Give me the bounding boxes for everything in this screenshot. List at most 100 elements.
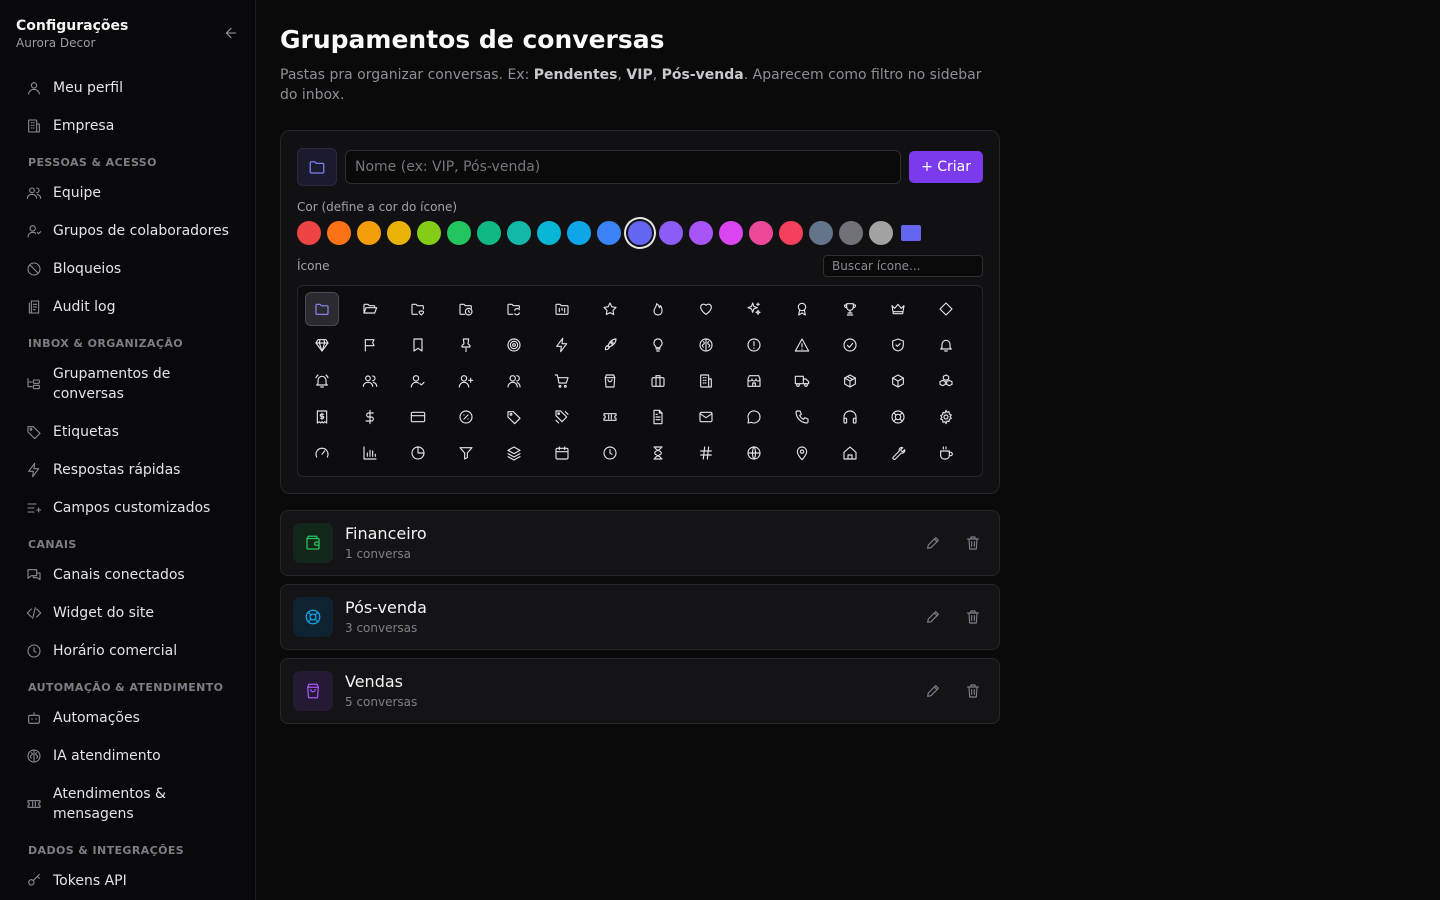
- folder-icon[interactable]: [305, 292, 339, 326]
- calendar-icon[interactable]: [545, 436, 579, 470]
- trash-icon[interactable]: [959, 529, 987, 557]
- group-row[interactable]: Financeiro 1 conversa: [280, 510, 1000, 576]
- pencil-icon[interactable]: [919, 677, 947, 705]
- pencil-icon[interactable]: [919, 529, 947, 557]
- color-swatch[interactable]: [719, 221, 743, 245]
- dollar-icon[interactable]: [353, 400, 387, 434]
- sidebar-item-clock[interactable]: Horário comercial: [12, 633, 243, 669]
- store-icon[interactable]: [737, 364, 771, 398]
- bell-ring-icon[interactable]: [305, 364, 339, 398]
- sidebar-item-bot[interactable]: Automações: [12, 700, 243, 736]
- zap-icon[interactable]: [545, 328, 579, 362]
- user-check-icon[interactable]: [401, 364, 435, 398]
- flame-icon[interactable]: [641, 292, 675, 326]
- wrench-icon[interactable]: [881, 436, 915, 470]
- tags-icon[interactable]: [545, 400, 579, 434]
- color-swatch[interactable]: [659, 221, 683, 245]
- color-swatch[interactable]: [597, 221, 621, 245]
- color-swatch[interactable]: [297, 221, 321, 245]
- trophy-icon[interactable]: [833, 292, 867, 326]
- alert-circle-icon[interactable]: [737, 328, 771, 362]
- message-circle-icon[interactable]: [737, 400, 771, 434]
- shield-check-icon[interactable]: [881, 328, 915, 362]
- sidebar-item-zap[interactable]: Respostas rápidas: [12, 452, 243, 488]
- box-icon[interactable]: [881, 364, 915, 398]
- rocket-icon[interactable]: [593, 328, 627, 362]
- sidebar-item-tag[interactable]: Etiquetas: [12, 414, 243, 450]
- filter-icon[interactable]: [449, 436, 483, 470]
- truck-icon[interactable]: [785, 364, 819, 398]
- brain-icon[interactable]: [689, 328, 723, 362]
- sidebar-item-list-plus[interactable]: Campos customizados: [12, 490, 243, 526]
- sidebar-item-key[interactable]: Tokens API: [12, 863, 243, 899]
- create-button[interactable]: + Criar: [909, 151, 983, 183]
- layers-icon[interactable]: [497, 436, 531, 470]
- crown-icon[interactable]: [881, 292, 915, 326]
- diamond-icon[interactable]: [929, 292, 963, 326]
- sidebar-item-users[interactable]: Equipe: [12, 175, 243, 211]
- sidebar-item-building[interactable]: Empresa: [12, 108, 243, 144]
- color-swatch[interactable]: [567, 221, 591, 245]
- boxes-icon[interactable]: [929, 364, 963, 398]
- folder-heart-icon[interactable]: [401, 292, 435, 326]
- trash-icon[interactable]: [959, 603, 987, 631]
- alert-triangle-icon[interactable]: [785, 328, 819, 362]
- heart-icon[interactable]: [689, 292, 723, 326]
- color-swatch[interactable]: [387, 221, 411, 245]
- sidebar-item-ticket[interactable]: Atendimentos & mensagens: [12, 776, 243, 832]
- ticket-icon[interactable]: [593, 400, 627, 434]
- selected-icon-preview[interactable]: [297, 148, 337, 186]
- group-row[interactable]: Pós-venda 3 conversas: [280, 584, 1000, 650]
- globe-icon[interactable]: [737, 436, 771, 470]
- folder-clock-icon[interactable]: [449, 292, 483, 326]
- sidebar-item-messages[interactable]: Canais conectados: [12, 557, 243, 593]
- pin-icon[interactable]: [449, 328, 483, 362]
- color-swatch[interactable]: [417, 221, 441, 245]
- color-swatch[interactable]: [507, 221, 531, 245]
- user-plus-icon[interactable]: [449, 364, 483, 398]
- users-icon[interactable]: [353, 364, 387, 398]
- coffee-icon[interactable]: [929, 436, 963, 470]
- custom-color-picker[interactable]: [901, 225, 921, 241]
- hash-icon[interactable]: [689, 436, 723, 470]
- flag-icon[interactable]: [353, 328, 387, 362]
- pencil-icon[interactable]: [919, 603, 947, 631]
- color-swatch[interactable]: [779, 221, 803, 245]
- contact-icon[interactable]: [497, 364, 531, 398]
- star-icon[interactable]: [593, 292, 627, 326]
- color-swatch[interactable]: [689, 221, 713, 245]
- sidebar-item-log[interactable]: Audit log: [12, 289, 243, 325]
- headphones-icon[interactable]: [833, 400, 867, 434]
- credit-card-icon[interactable]: [401, 400, 435, 434]
- hourglass-icon[interactable]: [641, 436, 675, 470]
- package-icon[interactable]: [833, 364, 867, 398]
- shopping-bag-icon[interactable]: [593, 364, 627, 398]
- mail-icon[interactable]: [689, 400, 723, 434]
- map-pin-icon[interactable]: [785, 436, 819, 470]
- color-swatch[interactable]: [839, 221, 863, 245]
- folder-open-icon[interactable]: [353, 292, 387, 326]
- home-icon[interactable]: [833, 436, 867, 470]
- sidebar-item-brain[interactable]: IA atendimento: [12, 738, 243, 774]
- check-circle-icon[interactable]: [833, 328, 867, 362]
- award-icon[interactable]: [785, 292, 819, 326]
- phone-icon[interactable]: [785, 400, 819, 434]
- trash-icon[interactable]: [959, 677, 987, 705]
- target-icon[interactable]: [497, 328, 531, 362]
- shopping-cart-icon[interactable]: [545, 364, 579, 398]
- life-buoy-icon[interactable]: [881, 400, 915, 434]
- folder-sync-icon[interactable]: [497, 292, 531, 326]
- gem-icon[interactable]: [305, 328, 339, 362]
- badge-percent-icon[interactable]: [449, 400, 483, 434]
- sidebar-item-folder-tree[interactable]: Grupamentos de conversas: [12, 356, 243, 412]
- settings-icon[interactable]: [929, 400, 963, 434]
- lightbulb-icon[interactable]: [641, 328, 675, 362]
- sidebar-item-user-group[interactable]: Grupos de colaboradores: [12, 213, 243, 249]
- gauge-icon[interactable]: [305, 436, 339, 470]
- color-swatch[interactable]: [357, 221, 381, 245]
- building-icon[interactable]: [689, 364, 723, 398]
- icon-search-input[interactable]: [823, 255, 983, 277]
- color-swatch[interactable]: [869, 221, 893, 245]
- color-swatch[interactable]: [809, 221, 833, 245]
- arrow-left-icon[interactable]: [223, 25, 239, 41]
